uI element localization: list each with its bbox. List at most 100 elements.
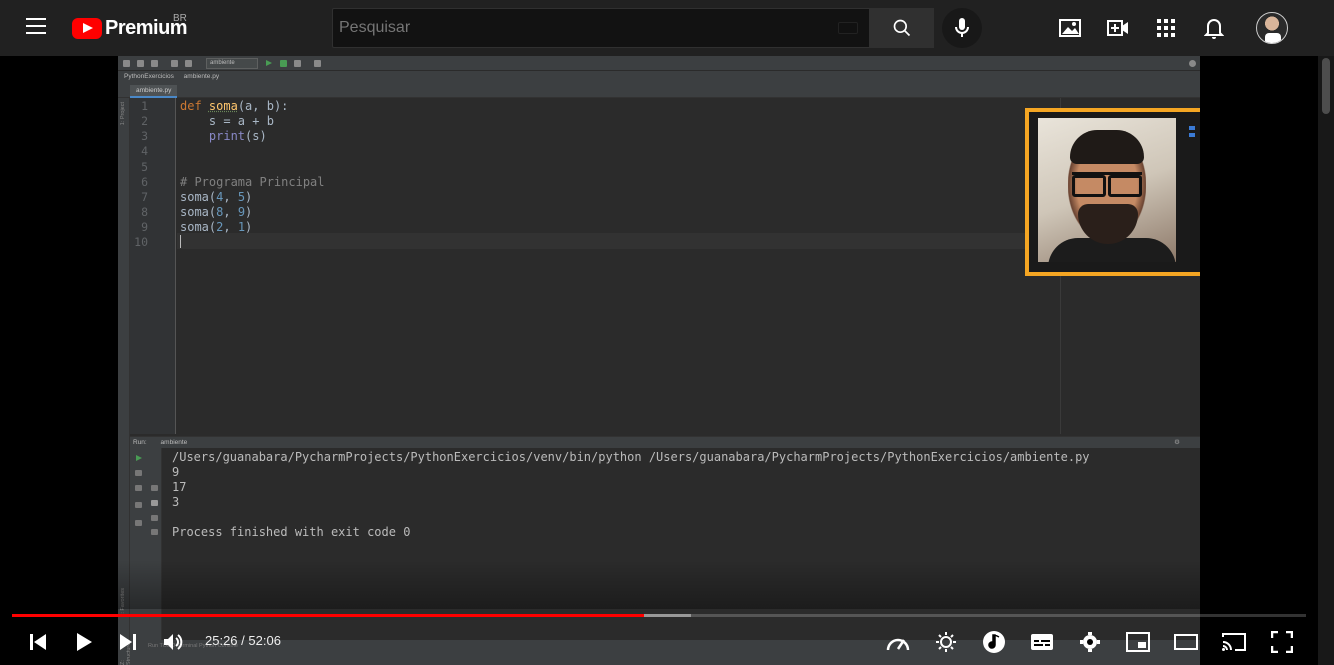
line-number: 10 [134,235,148,249]
scrollbar-thumb[interactable] [1322,58,1330,114]
line-number: 5 [141,160,148,174]
playback-speed-button[interactable] [884,628,912,656]
account-avatar[interactable] [1256,12,1288,44]
ide-search-icon [1189,60,1196,67]
search-input[interactable] [332,8,870,48]
line-number: 7 [141,190,148,204]
youtube-play-icon [72,17,102,39]
progress-played [12,614,644,617]
settings-button[interactable] [1076,628,1104,656]
next-icon [120,634,136,650]
print-icon [151,515,158,521]
code-line-9: soma(2, 1) [180,220,253,234]
run-tab: ambiente [160,439,188,446]
play-button[interactable] [70,628,98,656]
line-number: 1 [141,99,148,113]
page-scrollbar[interactable] [1318,56,1334,665]
presenter-hair [1070,130,1144,164]
apps-grid-icon[interactable] [1154,16,1178,40]
line-number: 2 [141,114,148,128]
search-button[interactable] [870,8,934,48]
subtitles-icon [1031,634,1053,650]
masthead: Premium BR [0,0,1334,56]
code-line-3: print(s) [208,129,267,143]
save-icon [137,60,144,67]
next-button[interactable] [114,628,142,656]
create-video-icon[interactable] [1106,16,1130,40]
play-icon [77,633,92,651]
text-caret [180,235,181,248]
volume-icon [164,634,183,650]
run-tool-header: Run: ambiente ⚙ [130,436,1200,448]
voice-search-button[interactable] [942,8,982,48]
output-line: 17 [172,480,187,494]
run-label: Run: [133,439,147,446]
ide-toolbar: ambiente [118,56,1200,71]
presenter-video [1038,118,1176,262]
output-exit-message: Process finished with exit code 0 [172,525,411,539]
line-number: 8 [141,205,148,219]
trash-icon [151,529,158,535]
rerun-icon [136,455,142,461]
sync-icon [151,60,158,67]
run-settings-icon: ⚙ [1174,439,1180,446]
subtitles-button[interactable] [1028,628,1056,656]
cast-button[interactable] [1220,628,1248,656]
image-icon[interactable] [1058,16,1082,40]
layout-icon [135,502,142,508]
notifications-bell-icon[interactable] [1202,16,1226,40]
ambient-sun-icon [936,632,956,652]
youtube-premium-logo[interactable]: Premium [72,16,188,40]
current-line-highlight [177,233,1060,249]
ide-tab-bar: ambiente.py [118,84,1200,98]
previous-button[interactable] [24,628,52,656]
line-number: 4 [141,144,148,158]
music-note-icon [983,631,1005,653]
open-icon [123,60,130,67]
ambient-mode-button[interactable] [932,628,960,656]
stop-icon [294,60,301,67]
fullscreen-button[interactable] [1268,628,1296,656]
keyboard-icon[interactable] [838,22,858,34]
soft-wrap-icon [151,485,158,491]
nav-file: ambiente.py [183,73,220,80]
project-label: 1: Project [120,102,126,126]
line-number: 6 [141,175,148,189]
run-config-select: ambiente [206,58,258,69]
output-line: 9 [172,465,180,479]
progress-bar[interactable] [12,614,1306,617]
menu-icon[interactable] [26,18,46,36]
nav-project: PythonExercicios [124,73,174,80]
theater-mode-icon [1174,634,1198,650]
presenter-glasses [1072,172,1142,197]
video-player[interactable]: ambiente PythonExercicios ambiente.py am… [0,56,1318,665]
code-line-2: s = a + b [180,114,274,128]
output-command-line: /Users/guanabara/PycharmProjects/PythonE… [172,450,1090,464]
wrench-icon [314,60,321,67]
stop-run-icon [135,470,142,476]
overlay-marker [1189,126,1195,130]
code-line-7: soma(4, 5) [180,190,253,204]
cast-icon [1222,633,1246,651]
settings-gear-icon [1080,632,1100,652]
volume-button[interactable] [160,628,188,656]
pause-icon [135,485,142,491]
ide-navigation-bar: PythonExercicios ambiente.py [118,71,1200,84]
presenter-webcam-overlay [1025,108,1200,276]
code-line-6-comment: # Programa Principal [180,175,325,189]
pin-icon [135,520,142,526]
theater-mode-button[interactable] [1172,628,1200,656]
time-current: 25:26 [205,633,238,648]
previous-icon [30,634,46,650]
debug-icon [280,60,287,67]
code-line-8: soma(8, 9) [180,205,253,219]
microphone-icon [955,18,969,37]
search-icon [893,19,911,37]
run-icon [266,60,272,66]
miniplayer-button[interactable] [1124,628,1152,656]
output-line: 3 [172,495,180,509]
music-button[interactable] [980,628,1008,656]
editor-tab: ambiente.py [130,85,178,98]
back-icon [171,60,178,67]
line-number: 3 [141,129,148,143]
